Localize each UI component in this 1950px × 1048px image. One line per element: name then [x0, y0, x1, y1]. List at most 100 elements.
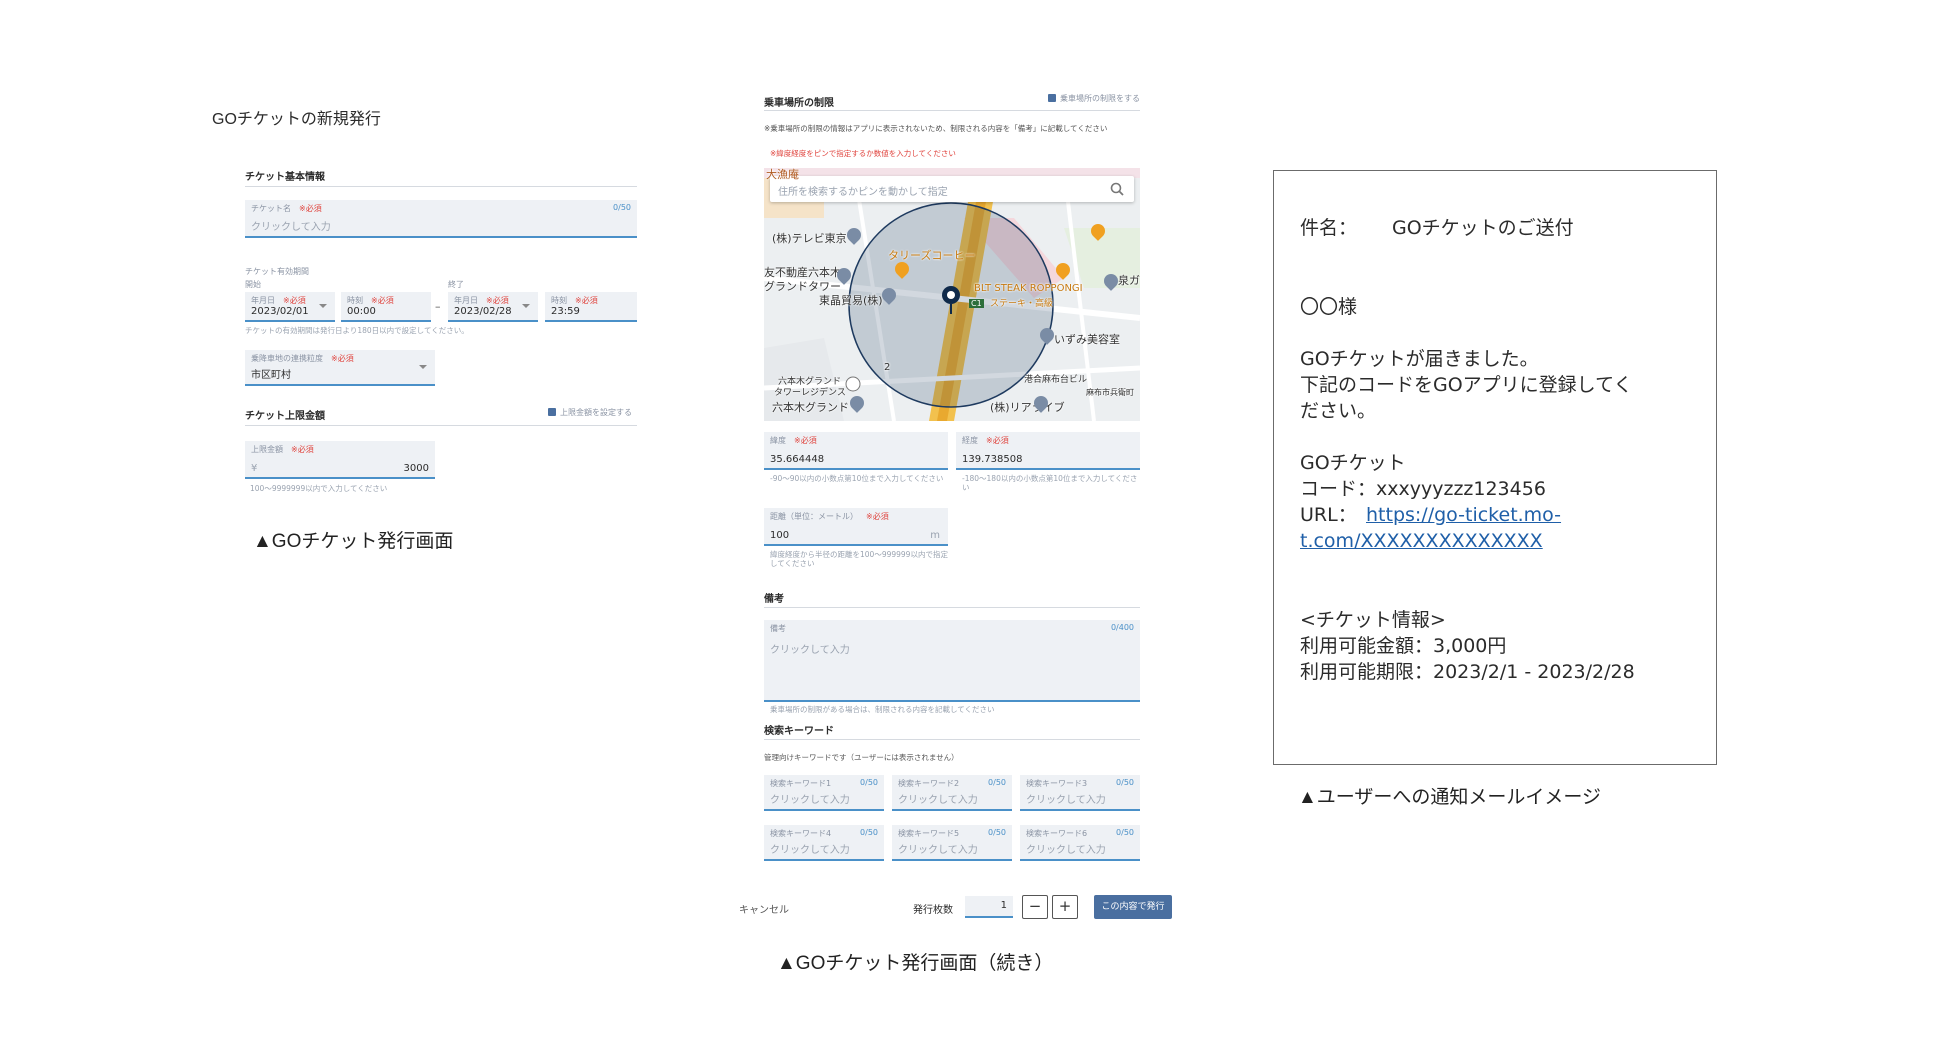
chevron-down-icon — [319, 304, 327, 308]
right-caption: ▲ユーザーへの通知メールイメージ — [1298, 787, 1602, 808]
distance-label: 距離（単位：メートル） — [770, 512, 858, 521]
required-mark: ※必須 — [283, 296, 306, 305]
validity-hint: チケットの有効期間は発行日より180日以内で設定してください。 — [245, 326, 469, 335]
keyword-placeholder: クリックして入力 — [898, 795, 978, 806]
keyword-label: 検索キーワード6 — [1026, 829, 1088, 838]
end-date-value: 2023/02/28 — [454, 306, 512, 317]
keyword-field-2[interactable]: 検索キーワード2 0/50 クリックして入力 — [892, 775, 1012, 811]
char-count: 0/50 — [1116, 778, 1134, 787]
char-count: 0/50 — [988, 778, 1006, 787]
remarks-placeholder: クリックして入力 — [770, 645, 850, 656]
divider — [764, 110, 1140, 111]
map-label-azabu-bldg: 港合麻布台ビル — [1024, 375, 1088, 385]
limit-hint: 100〜9999999以内で入力してください — [250, 484, 388, 493]
limit-checkbox-label: 上限金額を設定する — [560, 408, 632, 417]
required-mark: ※必須 — [371, 296, 394, 305]
limit-amount-field[interactable]: 上限金額 ※必須 ¥ 3000 — [245, 441, 435, 479]
required-mark: ※必須 — [299, 204, 322, 213]
required-mark: ※必須 — [794, 436, 817, 445]
keyword-field-5[interactable]: 検索キーワード5 0/50 クリックして入力 — [892, 825, 1012, 861]
end-time-label: 時刻 — [551, 296, 567, 305]
middle-caption: ▲GOチケット発行画面（続き） — [777, 953, 1054, 974]
remarks-label: 備考 — [770, 624, 786, 633]
required-mark: ※必須 — [486, 296, 509, 305]
keyword-field-4[interactable]: 検索キーワード4 0/50 クリックして入力 — [764, 825, 884, 861]
range-dash: – — [435, 300, 441, 313]
keywords-note: 管理向けキーワードです（ユーザーには表示されません） — [764, 753, 959, 762]
required-mark: ※必須 — [331, 354, 354, 363]
char-count: 0/400 — [1110, 623, 1134, 632]
keyword-field-1[interactable]: 検索キーワード1 0/50 クリックして入力 — [764, 775, 884, 811]
email-period-line: 利用可能期限：2023/2/1 - 2023/2/28 — [1300, 661, 1635, 683]
ticket-name-field[interactable]: チケット名 ※必須 クリックして入力 0/50 — [245, 200, 637, 238]
keywords-section-title: 検索キーワード — [764, 726, 834, 737]
email-body-line-3: ださい。 — [1300, 400, 1377, 422]
decrement-button[interactable]: − — [1022, 895, 1048, 919]
map-label-azabu-ju: 麻布市兵衛町 — [1086, 388, 1134, 397]
required-mark: ※必須 — [866, 512, 889, 521]
map-label-blt-sub: ステーキ・高級 — [990, 299, 1054, 309]
submit-label: この内容で発行 — [1101, 902, 1165, 912]
end-date-select[interactable]: 年月日 ※必須 2023/02/28 — [448, 292, 538, 322]
keyword-field-3[interactable]: 検索キーワード3 0/50 クリックして入力 — [1020, 775, 1140, 811]
keyword-field-6[interactable]: 検索キーワード6 0/50 クリックして入力 — [1020, 825, 1140, 861]
start-date-select[interactable]: 年月日 ※必須 2023/02/01 — [245, 292, 335, 322]
map-label-reallive: (株)リアライブ — [990, 401, 1065, 414]
keyword-label: 検索キーワード3 — [1026, 779, 1088, 788]
map-search-bar[interactable]: 住所を検索するかピンを動かして指定 — [770, 176, 1134, 202]
char-count: 0/50 — [860, 828, 878, 837]
limit-checkbox[interactable]: 上限金額を設定する — [548, 407, 632, 418]
keyword-placeholder: クリックして入力 — [1026, 795, 1106, 806]
remarks-textarea[interactable]: 備考 クリックして入力 0/400 — [764, 620, 1140, 702]
char-count: 0/50 — [1116, 828, 1134, 837]
map-label-izumi: いずみ美容室 — [1054, 333, 1120, 346]
distance-field[interactable]: 距離（単位：メートル） ※必須 100 m — [764, 508, 948, 546]
ticket-name-placeholder: クリックして入力 — [251, 222, 331, 233]
chevron-down-icon — [419, 365, 427, 369]
pickup-checkbox[interactable]: 乗車場所の制限をする — [1048, 93, 1140, 104]
end-time-field[interactable]: 時刻 ※必須 23:59 — [545, 292, 637, 322]
email-greeting: 〇〇様 — [1300, 296, 1358, 318]
required-mark: ※必須 — [291, 445, 314, 454]
start-date-value: 2023/02/01 — [251, 306, 309, 317]
pickup-warning: ※緯度経度をピンで指定するか数値を入力してください — [770, 149, 956, 158]
increment-button[interactable]: + — [1052, 895, 1078, 919]
latitude-field[interactable]: 緯度 ※必須 35.664448 — [764, 432, 948, 470]
map-label-cluster: 2 — [884, 362, 891, 373]
issue-count-value: 1 — [1000, 900, 1007, 911]
map-search-placeholder: 住所を検索するかピンを動かして指定 — [778, 187, 948, 198]
left-caption: ▲GOチケット発行画面 — [253, 531, 454, 552]
latitude-label: 緯度 — [770, 436, 786, 445]
divider — [245, 186, 637, 187]
email-url-link-continued[interactable]: t.com/XXXXXXXXXXXXXX — [1300, 528, 1543, 554]
email-info-heading: <チケット情報> — [1300, 609, 1446, 631]
map[interactable]: 住所を検索するかピンを動かして指定 大漁庵 (株)テレビ東京 タリーズコーヒー … — [764, 168, 1140, 421]
email-subject-label: 件名： — [1300, 217, 1358, 239]
email-subject: GOチケットのご送付 — [1392, 217, 1574, 239]
page-title: GOチケットの新規発行 — [212, 111, 381, 128]
keyword-placeholder: クリックして入力 — [1026, 845, 1106, 856]
keyword-label: 検索キーワード2 — [898, 779, 960, 788]
pickup-region-label: 乗降車地の連携粒度 — [251, 354, 323, 363]
email-body-line-1: GOチケットが届きました。 — [1300, 348, 1539, 370]
end-date-label: 年月日 — [454, 296, 478, 305]
longitude-field[interactable]: 経度 ※必須 139.738508 — [956, 432, 1140, 470]
divider — [245, 425, 637, 426]
email-url-link[interactable]: https://go-ticket.mo- — [1366, 502, 1561, 528]
submit-button[interactable]: この内容で発行 — [1094, 895, 1172, 919]
basic-section-title: チケット基本情報 — [245, 172, 325, 183]
pickup-region-select[interactable]: 乗降車地の連携粒度 ※必須 市区町村 — [245, 350, 435, 386]
map-label-tv: (株)テレビ東京 — [772, 232, 847, 245]
cancel-link[interactable]: キャンセル — [739, 901, 789, 916]
end-label: 終了 — [448, 280, 464, 289]
start-time-field[interactable]: 時刻 ※必須 00:00 — [341, 292, 431, 322]
distance-value: 100 — [770, 530, 790, 541]
longitude-value: 139.738508 — [962, 454, 1023, 465]
pickup-checkbox-label: 乗車場所の制限をする — [1060, 94, 1140, 103]
search-icon[interactable] — [1110, 182, 1124, 196]
issue-count-input[interactable]: 1 — [965, 896, 1013, 918]
keyword-label: 検索キーワード5 — [898, 829, 960, 838]
end-time-value: 23:59 — [551, 306, 580, 317]
map-label-toshiba: 東晶貿易(株) — [819, 294, 883, 307]
plus-icon: + — [1058, 897, 1072, 915]
